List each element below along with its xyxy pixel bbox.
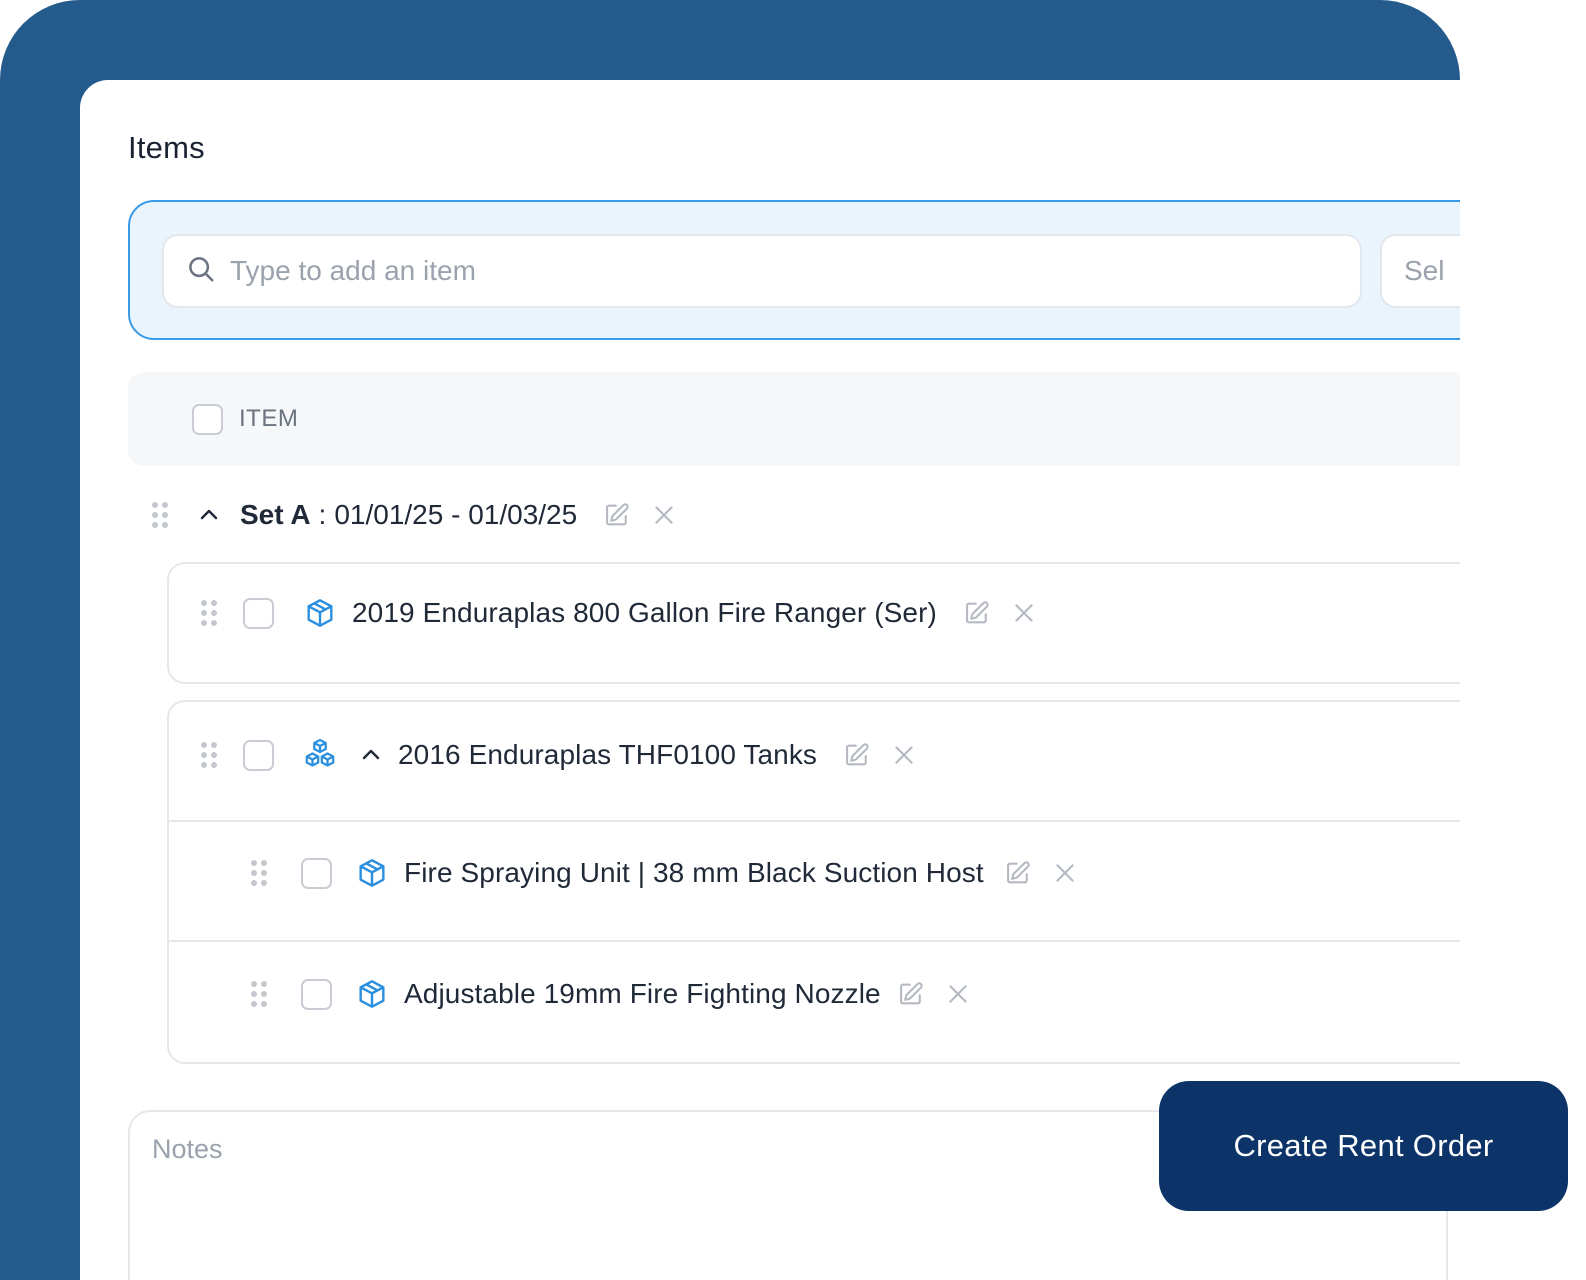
search-placeholder: Type to add an item [230, 255, 476, 286]
select-all-checkbox[interactable] [192, 403, 223, 435]
close-icon[interactable] [651, 502, 677, 528]
box-icon [304, 597, 336, 629]
item-card: 2019 Enduraplas 800 Gallon Fire Ranger (… [167, 562, 1460, 684]
drag-handle-icon[interactable] [251, 981, 267, 1007]
drag-handle-icon[interactable] [201, 742, 217, 768]
set-header-row: Set A : 01/01/25 - 01/03/25 [152, 490, 677, 540]
item-checkbox[interactable] [301, 857, 332, 889]
chevron-up-icon[interactable] [196, 502, 222, 528]
drag-handle-icon[interactable] [152, 502, 168, 528]
list-item: 2019 Enduraplas 800 Gallon Fire Ranger (… [169, 597, 1460, 629]
item-label: 2019 Enduraplas 800 Gallon Fire Ranger (… [352, 597, 937, 628]
row-divider [169, 820, 1460, 822]
chevron-up-icon[interactable] [358, 742, 384, 768]
close-icon[interactable] [1011, 600, 1037, 626]
box-icon [356, 978, 388, 1010]
box-icon [356, 857, 388, 889]
list-item: Fire Spraying Unit | 38 mm Black Suction… [169, 857, 1460, 889]
set-separator: : [318, 499, 327, 530]
item-checkbox[interactable] [301, 978, 332, 1010]
select-placeholder: Sel [1404, 255, 1445, 286]
edit-icon[interactable] [843, 741, 871, 769]
screen: Items Type to add an item Sel ITEM Set A… [0, 0, 1586, 1280]
bundle-card: 2016 Enduraplas THF0100 Tanks Fire Spray… [167, 700, 1460, 1064]
item-label: 2016 Enduraplas THF0100 Tanks [398, 739, 818, 770]
add-item-bar: Type to add an item Sel [128, 200, 1460, 340]
create-rent-order-button[interactable]: Create Rent Order [1159, 1081, 1568, 1211]
set-dates: 01/01/25 - 01/03/25 [334, 499, 578, 530]
item-checkbox[interactable] [243, 739, 274, 771]
page-title: Items [128, 130, 205, 165]
drag-handle-icon[interactable] [201, 600, 217, 626]
set-name: Set A [240, 499, 311, 530]
close-icon[interactable] [945, 981, 971, 1007]
search-input[interactable]: Type to add an item [162, 234, 1362, 308]
boxes-icon [302, 737, 338, 773]
edit-icon[interactable] [1004, 859, 1032, 887]
item-column-header: ITEM [239, 405, 299, 432]
item-checkbox[interactable] [243, 597, 274, 629]
list-item: Adjustable 19mm Fire Fighting Nozzle [169, 978, 1460, 1010]
notes-placeholder: Notes [152, 1134, 223, 1164]
item-label: Adjustable 19mm Fire Fighting Nozzle [404, 978, 881, 1009]
list-item: 2016 Enduraplas THF0100 Tanks [169, 737, 1460, 773]
drag-handle-icon[interactable] [251, 860, 267, 886]
table-header: ITEM [128, 372, 1460, 466]
row-divider [169, 940, 1460, 942]
select-field[interactable]: Sel [1380, 234, 1460, 308]
edit-icon[interactable] [603, 501, 631, 529]
search-icon [186, 254, 216, 289]
close-icon[interactable] [1052, 860, 1078, 886]
edit-icon[interactable] [963, 599, 991, 627]
edit-icon[interactable] [897, 980, 925, 1008]
close-icon[interactable] [891, 742, 917, 768]
item-label: Fire Spraying Unit | 38 mm Black Suction… [404, 857, 984, 888]
